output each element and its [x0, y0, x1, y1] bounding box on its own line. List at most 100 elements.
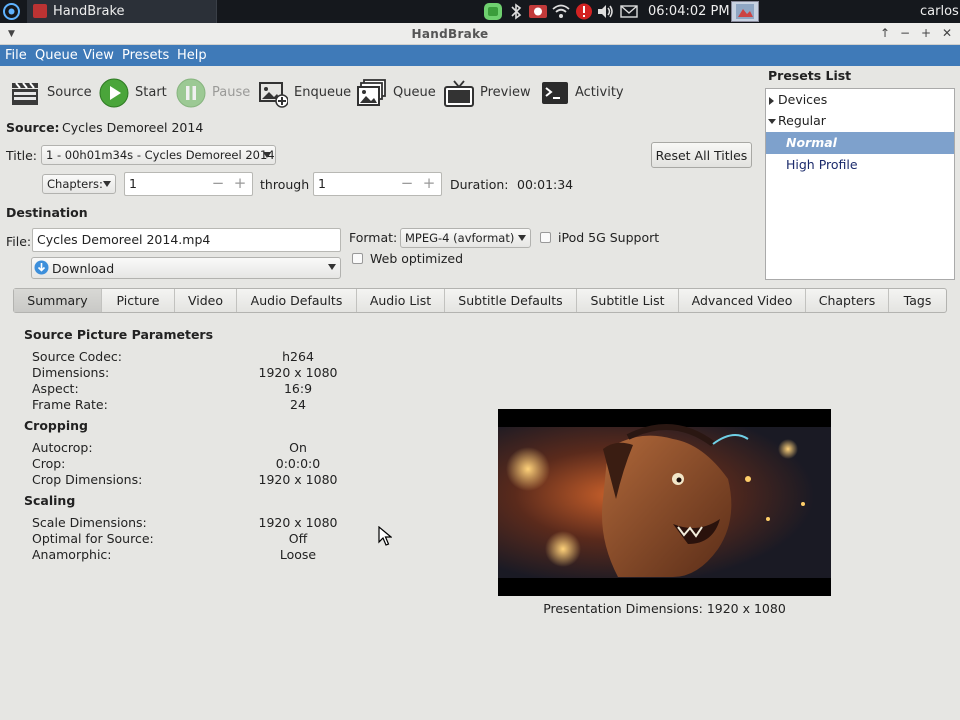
scaling-heading: Scaling — [24, 493, 76, 508]
queue-button[interactable]: Queue — [357, 78, 437, 108]
preset-group-devices[interactable]: Devices — [766, 89, 954, 111]
taskbar-handbrake-item[interactable]: HandBrake — [27, 0, 217, 23]
range-end-spinner[interactable]: 1 − + — [313, 172, 442, 196]
duration-value: 00:01:34 — [517, 177, 574, 192]
source-codec-label: Source Codec: — [32, 349, 122, 364]
increment-icon[interactable]: + — [229, 175, 251, 193]
file-name-input[interactable]: Cycles Demoreel 2014.mp4 — [32, 228, 341, 252]
tab-advanced-video[interactable]: Advanced Video — [679, 289, 806, 312]
ipod-5g-checkbox[interactable] — [540, 232, 551, 243]
preset-item-high-profile[interactable]: High Profile — [766, 154, 954, 176]
preset-item-normal[interactable]: Normal — [766, 132, 954, 154]
web-optimized-checkbox[interactable] — [352, 253, 363, 264]
volume-icon[interactable] — [596, 3, 616, 20]
user-menu[interactable]: carlos — [920, 4, 959, 19]
top-panel: HandBrake 06:04:02 PM carlos — [0, 0, 960, 23]
keep-above-icon[interactable]: ↑ — [878, 26, 892, 40]
tab-subtitle-defaults[interactable]: Subtitle Defaults — [445, 289, 577, 312]
title-select[interactable]: 1 - 00h01m34s - Cycles Demoreel 2014 — [41, 145, 276, 165]
title-select-value: 1 - 00h01m34s - Cycles Demoreel 2014 — [46, 148, 275, 162]
source-button-label: Source — [47, 85, 92, 100]
menu-queue[interactable]: Queue — [35, 48, 78, 63]
tab-summary[interactable]: Summary — [14, 289, 102, 312]
start-button[interactable]: Start — [99, 78, 169, 108]
collapse-arrow-icon[interactable] — [768, 119, 776, 124]
clock[interactable]: 06:04:02 PM — [648, 4, 730, 19]
enqueue-button[interactable]: Enqueue — [258, 78, 351, 108]
taskbar-item-label: HandBrake — [53, 4, 125, 19]
queue-icon — [357, 79, 386, 106]
presets-list: Devices Regular Normal High Profile — [765, 88, 955, 280]
preview-button[interactable]: Preview — [444, 78, 534, 108]
tab-chapters[interactable]: Chapters — [806, 289, 889, 312]
tab-audio-list[interactable]: Audio List — [357, 289, 445, 312]
reset-all-titles-label: Reset All Titles — [655, 148, 748, 163]
presentation-dimensions-value: 1920 x 1080 — [706, 601, 786, 616]
range-type-select[interactable]: Chapters: — [42, 174, 116, 194]
reset-all-titles-button[interactable]: Reset All Titles — [651, 142, 752, 168]
increment-icon[interactable]: + — [418, 175, 440, 193]
through-label: through — [260, 177, 310, 192]
menu-view[interactable]: View — [83, 48, 114, 63]
queue-button-label: Queue — [393, 85, 436, 100]
aspect-value: 16:9 — [283, 381, 313, 396]
menubar: File Queue View Presets Help — [0, 45, 960, 66]
alert-icon[interactable] — [574, 3, 594, 20]
anamorphic-value: Loose — [279, 547, 317, 562]
tv-icon — [444, 80, 474, 107]
destination-folder-select[interactable]: Download — [31, 257, 341, 279]
web-optimized-label: Web optimized — [370, 251, 464, 266]
range-end-value: 1 — [318, 176, 326, 191]
tab-audio-defaults[interactable]: Audio Defaults — [237, 289, 357, 312]
mail-icon[interactable] — [620, 3, 638, 20]
tab-video[interactable]: Video — [175, 289, 237, 312]
maximize-icon[interactable]: + — [919, 26, 933, 40]
pause-button[interactable]: Pause — [176, 78, 251, 108]
window-titlebar[interactable]: ▼ HandBrake ↑ − + ✕ — [0, 23, 960, 45]
decrement-icon[interactable]: − — [396, 175, 418, 193]
dimensions-label: Dimensions: — [32, 365, 110, 380]
autocrop-value: On — [289, 440, 307, 455]
activity-button[interactable]: Activity — [540, 78, 630, 108]
preset-group-label: Regular — [778, 113, 826, 128]
preset-group-regular[interactable]: Regular — [766, 110, 954, 132]
menu-file[interactable]: File — [5, 48, 27, 63]
source-name: Cycles Demoreel 2014 — [62, 120, 204, 135]
source-button[interactable]: Source — [10, 78, 92, 108]
menu-help[interactable]: Help — [177, 48, 207, 63]
tab-subtitle-list[interactable]: Subtitle List — [577, 289, 679, 312]
preset-item-label: Normal — [786, 135, 837, 150]
format-select[interactable]: MPEG-4 (avformat) — [400, 228, 531, 248]
duration-label: Duration: — [450, 177, 509, 192]
system-menu-icon[interactable] — [2, 2, 21, 21]
menu-presets[interactable]: Presets — [122, 48, 169, 63]
bluetooth-icon[interactable] — [509, 3, 523, 20]
tab-tags[interactable]: Tags — [889, 289, 946, 312]
format-label: Format: — [349, 230, 398, 245]
frame-rate-label: Frame Rate: — [32, 397, 108, 412]
preview-thumbnail[interactable] — [498, 409, 831, 596]
crop-value: 0:0:0:0 — [275, 456, 321, 471]
enqueue-icon — [259, 82, 288, 108]
minimize-icon[interactable]: − — [898, 26, 912, 40]
tab-picture[interactable]: Picture — [102, 289, 175, 312]
record-icon[interactable] — [528, 3, 548, 20]
pinned-app-icon[interactable] — [731, 1, 759, 22]
crop-dimensions-value: 1920 x 1080 — [258, 472, 338, 487]
presets-list-heading: Presets List — [768, 68, 852, 83]
range-start-spinner[interactable]: 1 − + — [124, 172, 253, 196]
expand-arrow-icon[interactable] — [769, 97, 774, 105]
destination-heading: Destination — [6, 205, 88, 220]
pause-button-label: Pause — [212, 85, 251, 100]
decrement-icon[interactable]: − — [207, 175, 229, 193]
start-button-label: Start — [135, 85, 167, 100]
pause-icon — [176, 78, 206, 108]
messenger-tray-icon[interactable] — [483, 3, 503, 20]
wifi-icon[interactable] — [551, 3, 571, 20]
optimal-for-source-value: Off — [288, 531, 308, 546]
format-value: MPEG-4 (avformat) — [405, 231, 515, 245]
close-icon[interactable]: ✕ — [940, 26, 954, 40]
source-picture-parameters-heading: Source Picture Parameters — [24, 327, 214, 342]
presentation-dimensions-label: Presentation Dimensions: — [543, 601, 703, 616]
chevron-down-icon — [263, 152, 271, 158]
